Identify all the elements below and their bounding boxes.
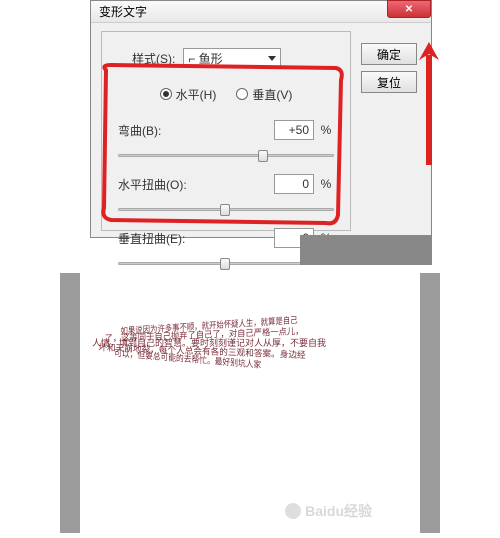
reset-button[interactable]: 复位 [361,71,417,93]
hdist-label: 水平扭曲(O): [118,176,274,193]
bend-slider[interactable] [118,148,334,162]
canvas-edge-right [420,273,440,533]
result-panel: 如果说因为许多事不顺，就开始怀疑人生，就算是自己 了，这等同于自己抛弃了自己了，… [0,273,500,533]
ok-label: 确定 [377,46,401,63]
radio-icon [160,88,172,100]
result-canvas: 如果说因为许多事不顺，就开始怀疑人生，就算是自己 了，这等同于自己抛弃了自己了，… [80,273,420,533]
reset-label: 复位 [377,74,401,91]
radio-vertical[interactable]: 垂直(V) [236,86,292,103]
style-label: 样式(S): [132,50,175,67]
slider-thumb[interactable] [220,204,230,216]
radio-horizontal[interactable]: 水平(H) [160,86,217,103]
bend-label: 弯曲(B): [118,122,274,139]
pct-label: % [318,177,334,191]
hdist-slider[interactable] [118,202,334,216]
vdist-label: 垂直扭曲(E): [118,230,274,247]
dialog-title: 变形文字 [99,3,147,20]
slider-thumb[interactable] [258,150,268,162]
hdist-input[interactable]: 0 [274,174,314,194]
slider-thumb[interactable] [220,258,230,270]
watermark: Baidu经验 [285,501,372,521]
watermark-text: Baidu经验 [305,501,372,521]
radio-h-label: 水平(H) [176,86,217,103]
ok-button[interactable]: 确定 [361,43,417,65]
warped-text: 如果说因为许多事不顺，就开始怀疑人生，就算是自己 了，这等同于自己抛弃了自己了，… [92,313,408,493]
warp-text-dialog: 变形文字 ✕ 样式(S): ⌐ 鱼形 水平(H) 垂直(V) [90,0,432,238]
radio-v-label: 垂直(V) [252,86,292,103]
canvas-edge-left [60,273,80,533]
pct-label: % [318,123,334,137]
dialog-content: 样式(S): ⌐ 鱼形 水平(H) 垂直(V) 弯曲(B): +50 [101,31,351,231]
slider-track [118,154,334,157]
watermark-icon [285,503,301,519]
taskbar-fragment [300,235,432,265]
close-icon: ✕ [405,4,413,15]
bend-input[interactable]: +50 [274,120,314,140]
style-dropdown[interactable]: ⌐ 鱼形 [183,48,281,68]
dialog-titlebar: 变形文字 ✕ [91,1,431,23]
radio-icon [236,88,248,100]
style-value: ⌐ 鱼形 [188,50,222,67]
close-button[interactable]: ✕ [387,0,431,18]
